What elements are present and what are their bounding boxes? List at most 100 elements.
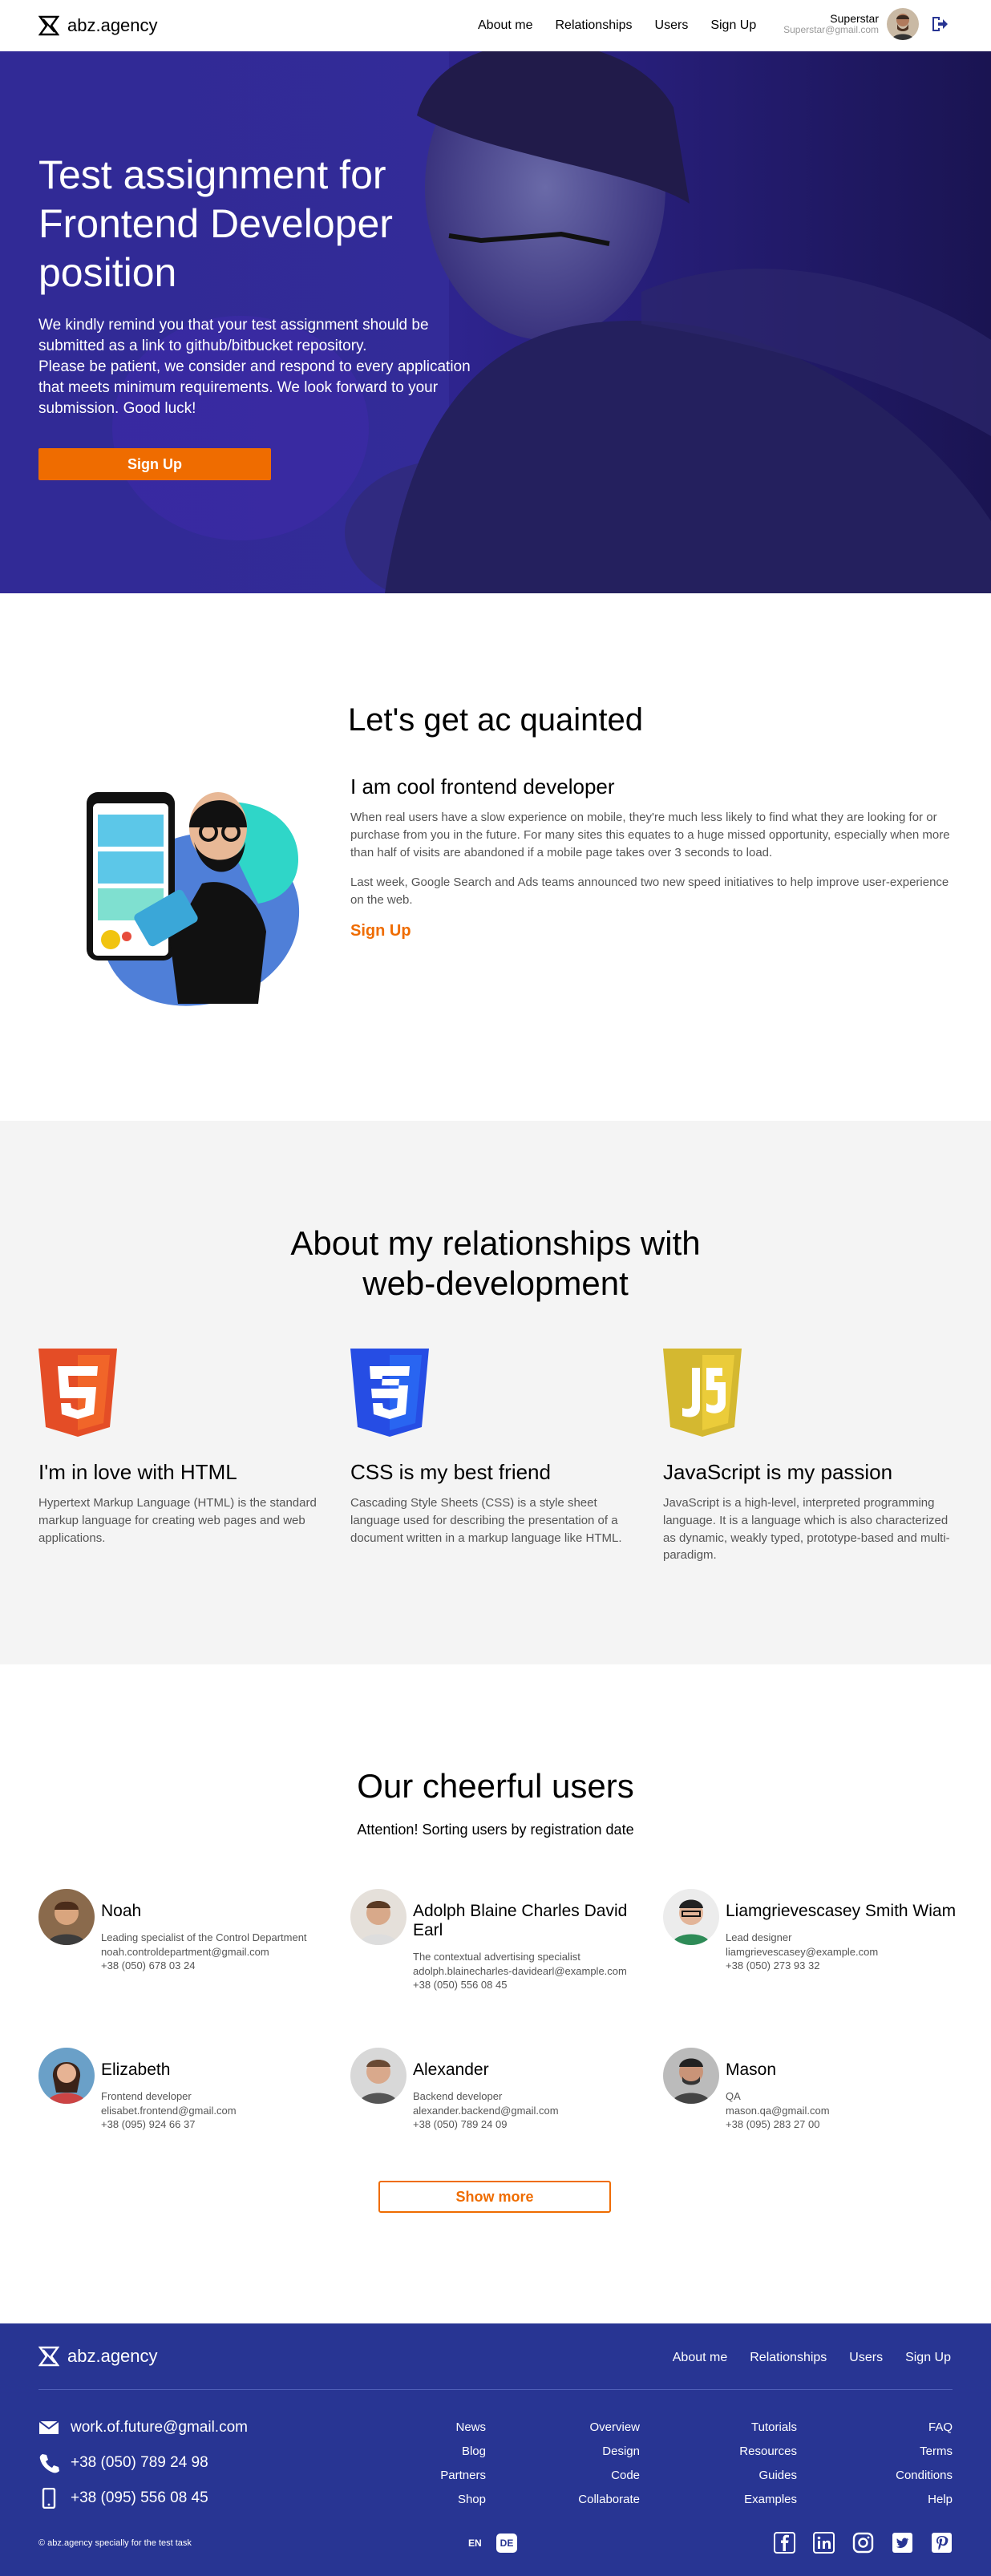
nav-relationships[interactable]: Relationships (555, 18, 632, 33)
nav-about-me[interactable]: About me (478, 18, 532, 33)
footer-link[interactable]: Guides (739, 2464, 797, 2488)
css3-icon (350, 1349, 429, 1437)
relationship-javascript-title: JavaScript is my passion (663, 1460, 893, 1484)
user-email[interactable]: alexander.backend@gmail.com (413, 2104, 653, 2118)
relationship-javascript: JavaScript is my passion JavaScript is a… (663, 1349, 952, 1564)
footer-phone-1[interactable]: +38 (050) 789 24 98 (71, 2454, 208, 2472)
relationship-css: CSS is my best friend Cascading Style Sh… (350, 1349, 639, 1547)
developer-illustration (87, 792, 300, 1006)
footer-link[interactable]: Tutorials (739, 2416, 797, 2440)
mobile-icon (42, 2488, 56, 2509)
footer-link[interactable]: Blog (440, 2440, 486, 2464)
user-name: Alexander (413, 2060, 489, 2079)
instagram-icon[interactable] (852, 2532, 874, 2554)
user-photo (350, 1889, 407, 1945)
relationships-title: About my relationships with web-developm… (0, 1223, 991, 1304)
facebook-icon[interactable] (774, 2532, 795, 2554)
footer-links-col-2: Overview Design Code Collaborate (578, 2416, 640, 2512)
nav-users[interactable]: Users (655, 18, 689, 33)
user-email[interactable]: adolph.blainecharles-davidearl@example.c… (413, 1964, 653, 1979)
footer-link[interactable]: Overview (578, 2416, 640, 2440)
footer-link[interactable]: FAQ (896, 2416, 953, 2440)
user-position: Frontend developer (101, 2090, 192, 2103)
relationship-html-text: Hypertext Markup Language (HTML) is the … (38, 1496, 317, 1545)
user-email[interactable]: mason.qa@gmail.com (726, 2104, 966, 2118)
user-name: Superstar (830, 12, 879, 26)
relationship-html-title: I'm in love with HTML (38, 1460, 237, 1484)
user-phone[interactable]: +38 (050) 556 08 45 (413, 1978, 653, 1992)
social-links (774, 2532, 953, 2554)
footer-link[interactable]: News (440, 2416, 486, 2440)
footer-logo[interactable]: abz.agency (38, 2346, 158, 2367)
footer-contacts: work.of.future@gmail.com +38 (050) 789 2… (38, 2410, 248, 2516)
twitter-icon[interactable] (892, 2532, 913, 2554)
user-email: Superstar@gmail.com (783, 24, 879, 36)
user-phone[interactable]: +38 (050) 678 03 24 (101, 1959, 342, 1973)
footer-divider (38, 2389, 953, 2390)
user-email[interactable]: noah.controldepartment@gmail.com (101, 1945, 342, 1959)
footer-email[interactable]: work.of.future@gmail.com (71, 2419, 248, 2436)
logo[interactable]: abz.agency (38, 15, 158, 36)
user-phone[interactable]: +38 (050) 789 24 09 (413, 2117, 653, 2132)
user-phone[interactable]: +38 (095) 924 66 37 (101, 2117, 342, 2132)
site-footer: abz.agency About me Relationships Users … (0, 2323, 991, 2576)
user-email[interactable]: liamgrievescasey@example.com (726, 1945, 966, 1959)
user-block: Superstar Superstar@gmail.com (783, 8, 953, 40)
logo-text: abz.agency (67, 15, 158, 35)
hero-sign-up-button[interactable]: Sign Up (38, 448, 271, 481)
pinterest-icon[interactable] (931, 2532, 953, 2554)
user-name: Mason (726, 2060, 777, 2079)
relationships-section: About my relationships with web-developm… (0, 1121, 991, 1664)
footer-nav-relationships[interactable]: Relationships (750, 2351, 827, 2365)
footer-link[interactable]: Examples (739, 2488, 797, 2512)
user-photo (663, 2048, 719, 2104)
user-name: Noah (101, 1902, 142, 1920)
footer-link[interactable]: Design (578, 2440, 640, 2464)
lang-en[interactable]: EN (468, 2538, 482, 2549)
users-subtitle: Attention! Sorting users by registration… (357, 1822, 634, 1838)
user-photo (663, 1889, 719, 1945)
copyright: © abz.agency specially for the test task (38, 2538, 192, 2548)
footer-phone-2[interactable]: +38 (095) 556 08 45 (71, 2489, 208, 2507)
footer-link[interactable]: Terms (896, 2440, 953, 2464)
avatar[interactable] (887, 8, 919, 40)
user-photo (38, 2048, 95, 2104)
footer-link[interactable]: Shop (440, 2488, 486, 2512)
linkedin-icon[interactable] (813, 2532, 835, 2554)
footer-logo-text: abz.agency (67, 2346, 158, 2366)
user-phone[interactable]: +38 (050) 273 93 32 (726, 1959, 966, 1973)
user-name: Liamgrievescasey Smith Wiam (726, 1902, 957, 1920)
relationship-css-title: CSS is my best friend (350, 1460, 551, 1484)
acquainted-text: I am cool frontend developer When real u… (350, 774, 953, 940)
footer-links-col-3: Tutorials Resources Guides Examples (739, 2416, 797, 2512)
relationships-title-line-2: web-development (362, 1264, 629, 1303)
footer-link[interactable]: Conditions (896, 2464, 953, 2488)
nav-sign-up[interactable]: Sign Up (710, 18, 756, 33)
relationship-html: I'm in love with HTML Hypertext Markup L… (38, 1349, 327, 1547)
hero-text-1: We kindly remind you that your test assi… (38, 317, 429, 355)
acquainted-sign-up-link[interactable]: Sign Up (350, 922, 411, 940)
footer-nav-sign-up[interactable]: Sign Up (905, 2351, 951, 2365)
user-phone[interactable]: +38 (095) 283 27 00 (726, 2117, 966, 2132)
user-position: Lead designer (726, 1931, 792, 1944)
lang-de[interactable]: DE (496, 2534, 518, 2553)
acquainted-title: Let's get ac quainted (348, 702, 643, 738)
hero-text-2: Please be patient, we consider and respo… (38, 358, 471, 418)
users-section: Our cheerful users Attention! Sorting us… (0, 1664, 991, 2323)
language-switcher: EN DE (468, 2534, 518, 2553)
footer-link[interactable]: Collaborate (578, 2488, 640, 2512)
hero-content: Test assignment for Frontend Developer p… (38, 151, 520, 481)
show-more-button[interactable]: Show more (378, 2181, 611, 2213)
footer-nav-users[interactable]: Users (849, 2351, 883, 2365)
footer-nav-about-me[interactable]: About me (673, 2351, 727, 2365)
footer-link[interactable]: Help (896, 2488, 953, 2512)
relationship-css-text: Cascading Style Sheets (CSS) is a style … (350, 1496, 622, 1545)
sign-out-icon[interactable] (927, 11, 953, 37)
user-email[interactable]: elisabet.frontend@gmail.com (101, 2104, 342, 2118)
html5-icon (38, 1349, 117, 1437)
footer-link[interactable]: Resources (739, 2440, 797, 2464)
acquainted-heading: I am cool frontend developer (350, 774, 615, 799)
footer-link[interactable]: Code (578, 2464, 640, 2488)
footer-link[interactable]: Partners (440, 2464, 486, 2488)
javascript-icon (663, 1349, 742, 1437)
